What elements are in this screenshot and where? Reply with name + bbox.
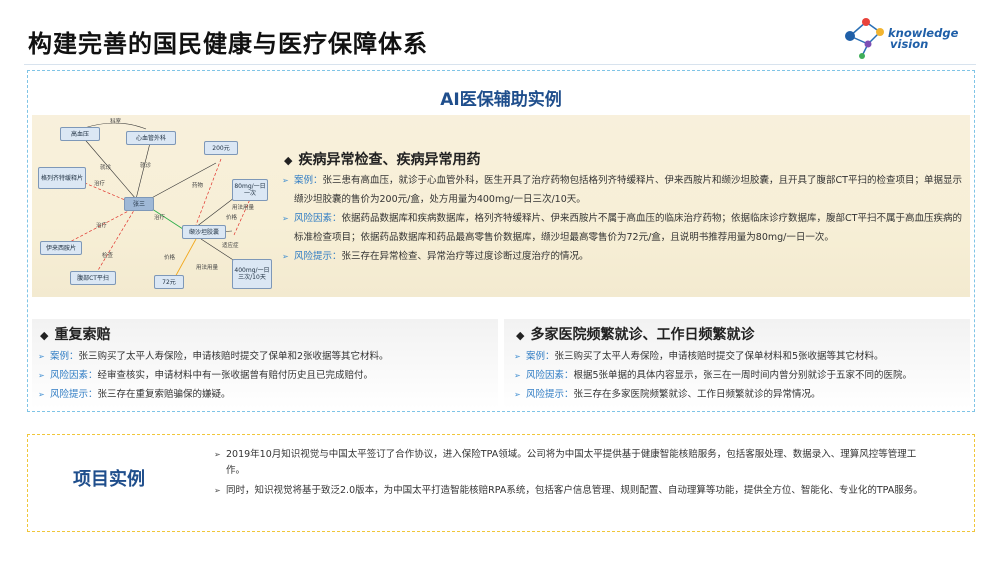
arrow-icon: ➢ xyxy=(282,214,289,223)
section1-bullets: ➢ 案例：张三患有高血压，就诊于心血管外科，医生开具了治疗药物包括格列齐特缓释片… xyxy=(282,171,962,266)
ai-example-panel: AI医保辅助实例 高血压 心血管外科 200元 格列齐特缓释片 张三 80mg/… xyxy=(27,70,975,412)
project-example-panel: 项目实例 ➢ 2019年10月知识视觉与中国太平签订了合作协议，进入保险TPA领… xyxy=(27,434,975,532)
list-item: ➢ 风险因素：依据药品数据库和疾病数据库，格列齐特缓释片、伊来西胺片不属于高血压… xyxy=(282,209,962,247)
graph-node: 缬沙坦胶囊 xyxy=(182,225,226,239)
diamond-icon: ◆ xyxy=(284,154,293,167)
list-item: ➢ 风险因素：经审查核实，申请材料中有一张收据曾有赔付历史且已完成赔付。 xyxy=(38,366,498,385)
diamond-icon: ◆ xyxy=(40,329,49,342)
list-item: ➢ 风险提示：张三存在异常检查、异常治疗等过度诊断过度治疗的情况。 xyxy=(282,247,962,266)
section3-bullets: ➢ 案例：张三购买了太平人寿保险，申请核赔时提交了保单材料和5张收据等其它材料。… xyxy=(514,347,970,404)
list-item: ➢ 同时，知识视觉将基于致泛2.0版本，为中国太平打造智能核赔RPA系统，包括客… xyxy=(214,483,934,499)
graph-edge-label: 用法用量 xyxy=(232,205,255,211)
arrow-icon: ➢ xyxy=(514,352,521,361)
page-title: 构建完善的国民健康与医疗保障体系 xyxy=(28,30,428,58)
graph-edge-label: 治疗 xyxy=(154,215,166,221)
arrow-icon: ➢ xyxy=(38,390,45,399)
ai-section-title: AI医保辅助实例 xyxy=(440,90,562,110)
graph-edge-label: 就诊 xyxy=(100,165,112,171)
list-item: ➢ 风险提示：张三存在重复索赔骗保的嫌疑。 xyxy=(38,385,498,404)
graph-node: 400mg/一日三次/10天 xyxy=(232,259,272,289)
arrow-icon: ➢ xyxy=(514,371,521,380)
project-list: ➢ 2019年10月知识视觉与中国太平签订了合作协议，进入保险TPA领域。公司将… xyxy=(214,447,934,503)
arrow-icon: ➢ xyxy=(38,371,45,380)
graph-node: 伊来西胺片 xyxy=(40,241,82,255)
arrow-icon: ➢ xyxy=(214,450,221,459)
graph-node: 80mg/一日一次 xyxy=(232,179,268,201)
graph-edge-label: 药物 xyxy=(192,183,204,189)
molecule-icon xyxy=(845,18,884,59)
section1-band: 高血压 心血管外科 200元 格列齐特缓释片 张三 80mg/一日一次 伊来西胺… xyxy=(32,115,970,297)
list-item: ➢ 风险因素：根据5张单据的具体内容显示，张三在一周时间内曾分别就诊于五家不同的… xyxy=(514,366,970,385)
graph-node: 200元 xyxy=(204,141,238,155)
graph-edge-label: 检查 xyxy=(102,253,114,259)
logo: knowledge vision xyxy=(840,14,970,60)
list-item: ➢ 案例：张三购买了太平人寿保险，申请核赔时提交了保单和2张收据等其它材料。 xyxy=(38,347,498,366)
graph-edge-label: 治疗 xyxy=(94,181,106,187)
graph-edge-label: 适应症 xyxy=(222,243,239,249)
title-divider xyxy=(24,64,976,65)
section2-bullets: ➢ 案例：张三购买了太平人寿保险，申请核赔时提交了保单和2张收据等其它材料。 ➢… xyxy=(38,347,498,404)
diamond-icon: ◆ xyxy=(516,329,525,342)
graph-node: 72元 xyxy=(154,275,184,289)
logo-text-line2: vision xyxy=(890,37,929,51)
section2-heading: ◆ 重复索赔 xyxy=(40,327,111,343)
arrow-icon: ➢ xyxy=(282,252,289,261)
list-item: ➢ 案例：张三购买了太平人寿保险，申请核赔时提交了保单材料和5张收据等其它材料。 xyxy=(514,347,970,366)
list-item: ➢ 风险提示：张三存在多家医院频繁就诊、工作日频繁就诊的异常情况。 xyxy=(514,385,970,404)
arrow-icon: ➢ xyxy=(514,390,521,399)
section1-heading: ◆ 疾病异常检查、疾病异常用药 xyxy=(284,152,481,168)
list-item: ➢ 2019年10月知识视觉与中国太平签订了合作协议，进入保险TPA领域。公司将… xyxy=(214,447,934,479)
graph-edge-label: 科室 xyxy=(110,119,122,125)
graph-edge-label: 价格 xyxy=(164,255,176,261)
arrow-icon: ➢ xyxy=(38,352,45,361)
graph-node: 格列齐特缓释片 xyxy=(38,167,86,189)
graph-edge-label: 价格 xyxy=(226,215,238,221)
knowledge-graph-diagram: 高血压 心血管外科 200元 格列齐特缓释片 张三 80mg/一日一次 伊来西胺… xyxy=(36,117,276,295)
graph-edge-label: 就诊 xyxy=(140,163,152,169)
section3-heading: ◆ 多家医院频繁就诊、工作日频繁就诊 xyxy=(516,327,755,343)
project-title: 项目实例 xyxy=(73,469,145,490)
graph-node: 腹部CT平扫 xyxy=(70,271,116,285)
graph-node: 高血压 xyxy=(60,127,100,141)
arrow-icon: ➢ xyxy=(214,486,221,495)
list-item: ➢ 案例：张三患有高血压，就诊于心血管外科，医生开具了治疗药物包括格列齐特缓释片… xyxy=(282,171,962,209)
graph-edge-label: 用法用量 xyxy=(196,265,219,271)
graph-node: 心血管外科 xyxy=(126,131,176,145)
graph-edge-label: 治疗 xyxy=(96,223,108,229)
graph-node: 张三 xyxy=(124,197,154,211)
arrow-icon: ➢ xyxy=(282,176,289,185)
